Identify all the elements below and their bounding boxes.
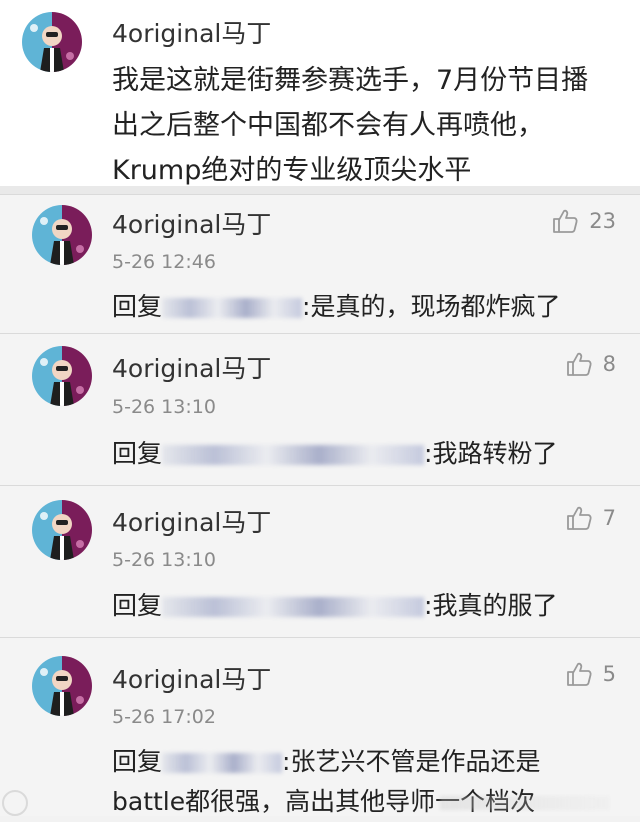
like-count: 7 [602,506,616,530]
comment-card: 4original马丁 5-26 13:10 回复 :我路转粉了 8 [0,333,640,486]
like-button[interactable]: 7 [565,504,616,532]
post-text: 我是这就是街舞参赛选手，7月份节目播出之后整个中国都不会有人再喷他，Krump绝… [112,65,589,186]
reply-text: :我真的服了 [424,591,558,620]
comment-timestamp: 5-26 12:46 [112,251,216,273]
comment-username[interactable]: 4original马丁 [112,503,271,539]
like-button[interactable]: 23 [551,207,616,235]
like-count: 8 [602,352,616,376]
reply-prefix: 回复 [112,292,163,321]
comment-timestamp: 5-26 13:10 [112,396,216,418]
watermark-logo-icon [2,790,28,816]
thumbs-up-icon [565,504,593,532]
thumbs-up-icon [565,660,593,688]
redacted-username [162,298,303,318]
thumbs-up-icon [565,350,593,378]
comment-username[interactable]: 4original马丁 [112,660,271,696]
post-username[interactable]: 4original马丁 [112,14,271,50]
comment-card: 4original马丁 5-26 17:02 回复:张艺兴不管是作品还是batt… [0,637,640,816]
comment-username[interactable]: 4original马丁 [112,205,271,241]
reply-prefix: 回复 [112,439,163,468]
avatar[interactable] [32,500,92,560]
avatar[interactable] [32,656,92,716]
watermark-blur [440,796,610,810]
section-divider [0,186,640,194]
redacted-username [162,445,425,465]
comment-card: 4original马丁 5-26 13:10 回复 :我真的服了 7 [0,485,640,638]
comment-card: 4original马丁 5-26 12:46 回复 :是真的，现场都炸疯了 23 [0,194,640,334]
redacted-username [162,597,425,617]
reply-text: :我路转粉了 [424,439,558,468]
thumbs-up-icon [551,207,579,235]
comment-reply: 回复:张艺兴不管是作品还是battle都很强，高出其他导师一个档次 [112,742,612,822]
reply-text: :是真的，现场都炸疯了 [302,292,561,321]
like-count: 23 [589,209,616,233]
like-button[interactable]: 8 [565,350,616,378]
comment-username[interactable]: 4original马丁 [112,349,271,385]
like-count: 5 [602,662,616,686]
avatar[interactable] [22,12,82,72]
comment-reply: 回复 :是真的，现场都炸疯了 [112,287,560,327]
comment-reply: 回复 :我真的服了 [112,586,557,626]
reply-prefix: 回复 [112,747,163,776]
redacted-username [162,753,283,773]
reply-prefix: 回复 [112,591,163,620]
avatar[interactable] [32,205,92,265]
like-button[interactable]: 5 [565,660,616,688]
top-post: 4original马丁 我是这就是街舞参赛选手，7月份节目播出之后整个中国都不会… [0,0,640,186]
comment-reply: 回复 :我路转粉了 [112,434,557,474]
avatar[interactable] [32,346,92,406]
comment-timestamp: 5-26 17:02 [112,706,216,728]
comment-timestamp: 5-26 13:10 [112,549,216,571]
